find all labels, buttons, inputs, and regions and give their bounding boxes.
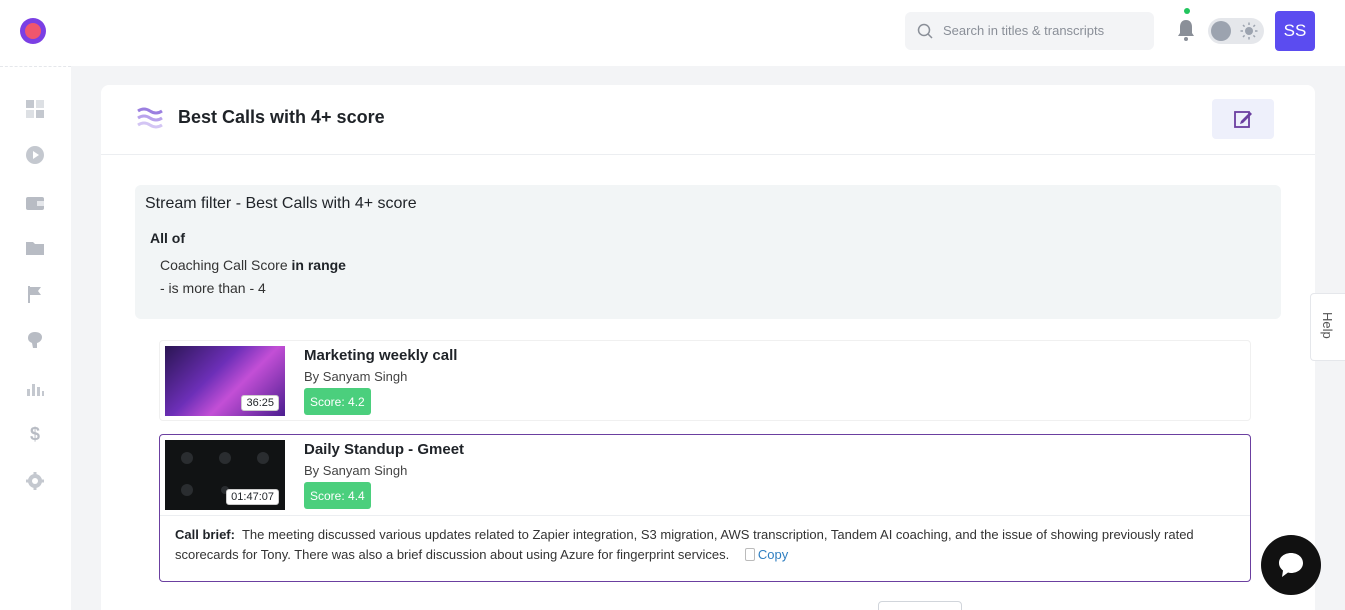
stream-header: Best Calls with 4+ score <box>101 85 1315 155</box>
clipboard-icon[interactable] <box>744 548 755 561</box>
play-icon[interactable] <box>24 144 46 166</box>
call-brief-text: The meeting discussed various updates re… <box>175 527 1194 562</box>
call-title[interactable]: Marketing weekly call <box>304 347 457 364</box>
user-avatar[interactable]: SS <box>1275 11 1315 51</box>
edit-stream-button[interactable] <box>1212 99 1274 139</box>
call-author: By Sanyam Singh <box>304 369 408 384</box>
filter-all-of: All of <box>150 230 185 246</box>
divider <box>160 515 1250 516</box>
notification-dot <box>1184 8 1190 14</box>
call-author: By Sanyam Singh <box>304 463 408 478</box>
wallet-icon[interactable] <box>24 192 46 214</box>
help-tab[interactable]: Help <box>1310 293 1345 361</box>
call-thumbnail[interactable]: 36:25 <box>165 346 285 416</box>
call-card-selected[interactable]: 01:47:07 Daily Standup - Gmeet By Sanyam… <box>159 434 1251 582</box>
brain-icon[interactable] <box>24 329 46 351</box>
call-duration: 36:25 <box>241 395 279 411</box>
stream-card: Best Calls with 4+ score Stream filter -… <box>101 85 1315 610</box>
search-box[interactable]: Search in titles & transcripts <box>905 12 1154 50</box>
settings-icon[interactable] <box>24 470 46 492</box>
dashboard-icon[interactable] <box>24 98 46 120</box>
toggle-knob <box>1211 21 1231 41</box>
score-badge: Score: 4.2 <box>304 388 371 415</box>
flag-icon[interactable] <box>24 283 46 305</box>
stream-icon <box>137 107 163 129</box>
filter-operator: in range <box>291 257 346 273</box>
page-title: Best Calls with 4+ score <box>178 107 385 127</box>
call-title[interactable]: Daily Standup - Gmeet <box>304 441 464 458</box>
search-icon <box>917 23 933 39</box>
filter-condition: Coaching Call Score in range <box>160 257 346 273</box>
edit-icon <box>1234 111 1252 128</box>
chart-icon[interactable] <box>24 377 46 399</box>
top-bar: Search in titles & transcripts SS <box>0 0 1345 66</box>
bell-icon[interactable] <box>1176 18 1196 42</box>
load-more-button[interactable] <box>878 601 962 610</box>
chat-launcher[interactable] <box>1261 535 1321 595</box>
theme-toggle[interactable] <box>1208 18 1264 44</box>
search-input[interactable]: Search in titles & transcripts <box>943 23 1104 38</box>
app-logo[interactable] <box>20 18 46 44</box>
call-thumbnail[interactable]: 01:47:07 <box>165 440 285 510</box>
call-brief-label: Call brief: <box>175 527 235 542</box>
dollar-icon[interactable]: $ <box>24 423 46 445</box>
help-label: Help <box>1320 312 1335 339</box>
filter-field: Coaching Call Score <box>160 257 288 273</box>
copy-link[interactable]: Copy <box>758 547 788 562</box>
call-duration: 01:47:07 <box>226 489 279 505</box>
folder-icon[interactable] <box>24 237 46 259</box>
sidebar: $ <box>0 66 71 610</box>
filter-value: - is more than - 4 <box>160 280 266 296</box>
chat-icon <box>1279 553 1303 577</box>
call-card[interactable]: 36:25 Marketing weekly call By Sanyam Si… <box>159 340 1251 421</box>
filter-title: Stream filter - Best Calls with 4+ score <box>145 195 417 212</box>
sun-icon <box>1240 22 1258 40</box>
stream-filter-panel: Stream filter - Best Calls with 4+ score… <box>135 185 1281 319</box>
call-brief: Call brief: The meeting discussed variou… <box>175 525 1235 565</box>
score-badge: Score: 4.4 <box>304 482 371 509</box>
